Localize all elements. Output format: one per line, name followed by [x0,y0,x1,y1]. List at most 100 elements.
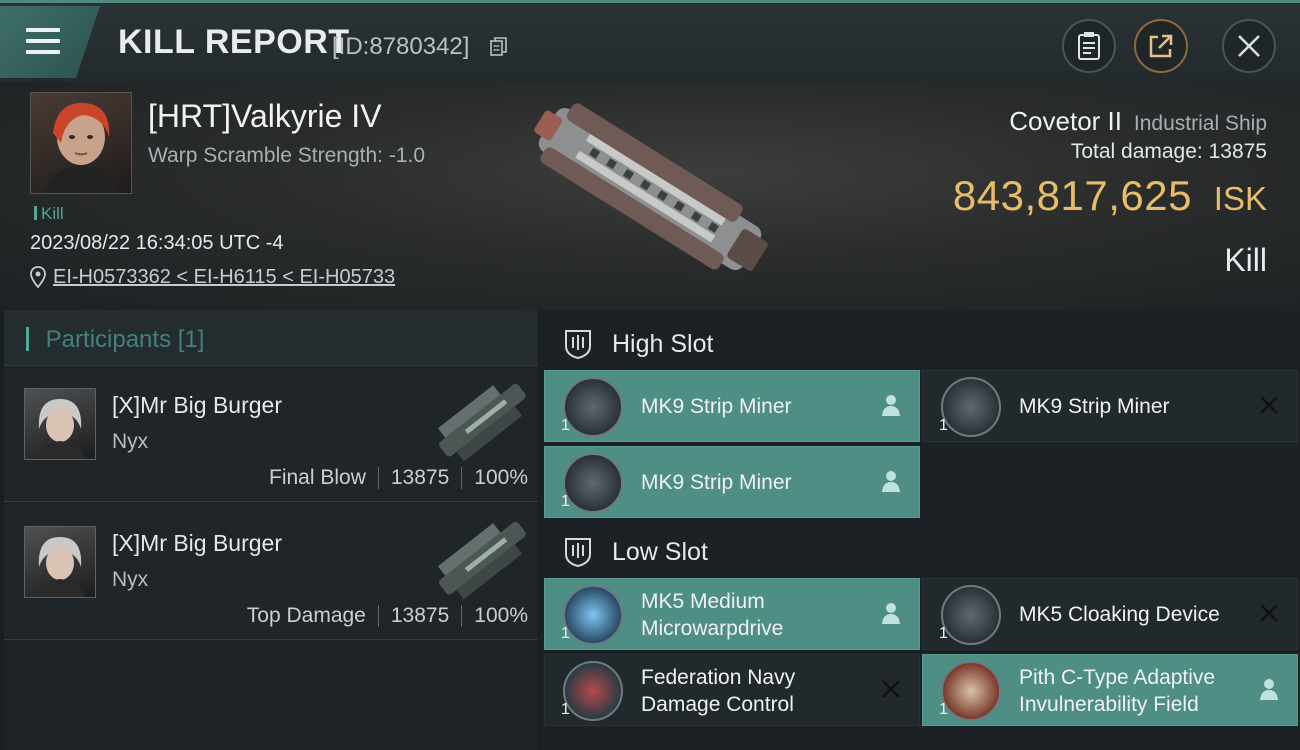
participant-percent: 100% [474,466,528,489]
module-name-line1: MK5 Medium [641,590,765,613]
strip-miner-icon [563,377,623,437]
kill-datetime: 2023/08/22 16:34:05 UTC -4 [30,232,284,254]
module-name-line2: Microwarpdrive [641,617,784,640]
clipboard-button[interactable] [1062,19,1116,73]
module-name-line1: Federation Navy [641,666,796,689]
participants-title: Participants [1] [26,326,205,354]
cloaking-device-icon [941,585,1001,645]
destroyed-icon [1260,604,1278,622]
module-name: MK5 Cloaking Device [1019,603,1220,626]
total-damage: Total damage: 13875 [1071,140,1267,164]
module-quantity: 1 [561,417,570,434]
participant-ship: Nyx [112,568,149,591]
participants-title-label: Participants [45,326,172,353]
microwarpdrive-icon [563,585,623,645]
module-slot[interactable]: 1 MK5 Cloaking Device [922,578,1298,650]
participant-name[interactable]: [X]Mr Big Burger [112,530,282,557]
participants-count: [1] [177,326,205,353]
participant-ship-image [437,383,526,462]
module-name-line2: Damage Control [641,693,794,716]
participant-percent: 100% [474,604,528,627]
total-damage-label: Total damage: [1070,140,1203,163]
destroyed-icon [1260,396,1278,414]
high-slot-icon [565,330,591,360]
low-slot-icon [565,538,591,568]
invulnerability-field-icon [941,661,1001,721]
strip-miner-icon [941,377,1001,437]
module-name: Pith C-Type Adaptive Invulnerability Fie… [1019,664,1215,718]
module-name: MK9 Strip Miner [1019,395,1170,418]
page-title: KILL REPORT [118,23,350,61]
participant-stats: Top Damage 13875 100% [247,604,528,628]
module-slot[interactable]: 1 MK9 Strip Miner [544,446,920,518]
participant-ship: Nyx [112,430,149,453]
victim-ship-image [534,103,768,271]
destroyed-icon [882,680,900,698]
location-pin-icon [30,266,46,288]
victim-portrait-image [45,102,121,193]
module-slot[interactable]: 1 Federation Navy Damage Control [544,654,920,726]
close-button[interactable] [1222,19,1276,73]
participant-role: Final Blow [269,466,366,489]
divider [461,467,463,489]
module-name: MK9 Strip Miner [641,395,792,418]
participant-damage: 13875 [390,466,450,489]
participants-panel: Participants [1] [X]Mr Big Burger Nyx Fi… [4,310,538,750]
victim-name[interactable]: [HRT]Valkyrie IV [148,98,382,135]
participant-role: Top Damage [246,604,366,627]
module-slot[interactable]: 1 MK9 Strip Miner [922,370,1298,442]
module-name-line2: Invulnerability Field [1019,693,1199,716]
damage-control-icon [563,661,623,721]
participant-row[interactable]: [X]Mr Big Burger Nyx Final Blow 13875 10… [4,368,538,502]
participant-row[interactable]: [X]Mr Big Burger Nyx Top Damage 13875 10… [4,506,538,640]
divider [377,605,379,627]
module-quantity: 1 [939,701,948,718]
participant-damage: 13875 [390,604,450,627]
victim-ship-name[interactable]: Covetor II [1009,106,1122,137]
share-icon [1149,34,1173,58]
hamburger-icon [26,28,60,61]
warp-scramble-strength: Warp Scramble Strength: -1.0 [148,144,425,167]
module-quantity: 1 [939,417,948,434]
report-id: [ID:8780342] [332,33,470,60]
module-name: MK5 Medium Microwarpdrive [641,588,783,642]
module-slot[interactable]: 1 Pith C-Type Adaptive Invulnerability F… [922,654,1298,726]
high-slot-header: High Slot [540,314,1300,372]
avatar[interactable] [24,388,96,460]
kill-tag: Kill [34,204,64,224]
low-slot-label: Low Slot [612,538,708,566]
strip-miner-icon [563,453,623,513]
module-quantity: 1 [561,625,570,642]
module-quantity: 1 [939,625,948,642]
victim-avatar[interactable] [30,92,132,194]
location-link[interactable]: EI-H0573362 < EI-H6115 < EI-H05733 [53,266,395,289]
module-quantity: 1 [561,493,570,510]
clipboard-icon [1078,32,1100,60]
avatar[interactable] [24,526,96,598]
kill-status: Kill [1224,242,1267,278]
participant-name[interactable]: [X]Mr Big Burger [112,392,282,419]
divider [377,467,379,489]
isk-value: 843,817,625 [952,172,1192,219]
participant-ship-image [437,521,526,600]
victim-ship-class: Industrial Ship [1133,112,1267,135]
module-name: MK9 Strip Miner [641,471,792,494]
module-slot[interactable]: 1 MK5 Medium Microwarpdrive [544,578,920,650]
module-quantity: 1 [561,701,570,718]
copy-icon[interactable] [490,37,508,57]
isk-unit: ISK [1213,180,1267,217]
total-damage-value: 13875 [1208,140,1267,163]
menu-button[interactable] [0,6,100,78]
module-name: Federation Navy Damage Control [641,664,795,718]
share-button[interactable] [1134,19,1188,73]
divider [461,605,463,627]
victim-panel: [HRT]Valkyrie IV Warp Scramble Strength:… [0,82,1300,310]
pilot-icon [1260,679,1278,700]
pilot-icon [882,603,900,624]
close-icon [1238,35,1260,57]
fitting-panel: High Slot 1 MK9 Strip Miner 1 MK9 Strip … [540,310,1300,750]
module-name-line1: Pith C-Type Adaptive [1019,666,1216,689]
pilot-icon [882,395,900,416]
module-slot[interactable]: 1 MK9 Strip Miner [544,370,920,442]
low-slot-header: Low Slot [540,522,1300,580]
